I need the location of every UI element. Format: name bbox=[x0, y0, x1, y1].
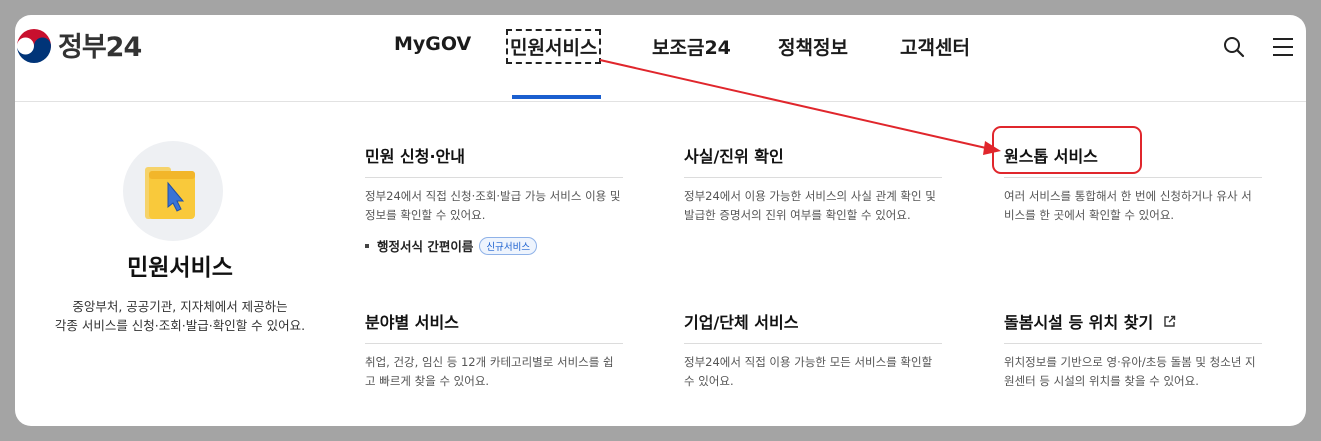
intro-title: 민원서비스 bbox=[127, 255, 233, 281]
nav-policy-info[interactable]: 정책정보 bbox=[778, 33, 848, 60]
service-care-facility-finder[interactable]: 돌봄시설 등 위치 찾기 위치정보를 기반으로 영·유아/초등 돌봄 및 청소년… bbox=[1004, 309, 1262, 391]
service-description: 여러 서비스를 통합해서 한 번에 신청하거나 유사 서비스를 한 곳에서 확인… bbox=[1004, 189, 1252, 222]
service-title-row[interactable]: 돌봄시설 등 위치 찾기 bbox=[1004, 309, 1262, 344]
service-title[interactable]: 민원 신청·안내 bbox=[365, 143, 623, 178]
service-description: 정부24에서 직접 이용 가능한 모든 서비스를 확인할 수 있어요. bbox=[684, 355, 933, 388]
site-header: 정부24 MyGOV 민원서비스 보조금24 정책정보 고객센터 bbox=[15, 15, 1306, 102]
intro-desc-line1: 중앙부처, 공공기관, 지자체에서 제공하는 bbox=[72, 299, 288, 314]
intro-desc-line2: 각종 서비스를 신청·조회·발급·확인할 수 있어요. bbox=[54, 318, 306, 333]
active-nav-underline bbox=[512, 95, 601, 99]
service-business-organization[interactable]: 기업/단체 서비스 정부24에서 직접 이용 가능한 모든 서비스를 확인할 수… bbox=[684, 309, 942, 391]
menu-icon[interactable] bbox=[1271, 35, 1295, 59]
nav-customer-center[interactable]: 고객센터 bbox=[900, 33, 970, 60]
intro-section: 민원서비스 중앙부처, 공공기관, 지자체에서 제공하는 각종 서비스를 신청·… bbox=[15, 101, 345, 426]
sub-link-label[interactable]: 행정서식 간편이름 bbox=[377, 236, 473, 255]
taegeuk-logo-icon bbox=[16, 26, 52, 63]
mega-menu-panel: 정부24 MyGOV 민원서비스 보조금24 정책정보 고객센터 민원서비스 중… bbox=[15, 15, 1306, 426]
service-description: 취업, 건강, 임신 등 12개 카테고리별로 서비스를 쉽고 빠르게 찾을 수… bbox=[365, 355, 614, 388]
bullet-icon bbox=[365, 243, 369, 248]
logo-text: 정부24 bbox=[58, 32, 142, 63]
service-description: 위치정보를 기반으로 영·유아/초등 돌봄 및 청소년 지원센터 등 시설의 위… bbox=[1004, 355, 1256, 388]
annotation-highlight-box bbox=[992, 126, 1142, 174]
service-description: 정부24에서 이용 가능한 서비스의 사실 관계 확인 및 발급한 증명서의 진… bbox=[684, 189, 936, 222]
service-fact-verification[interactable]: 사실/진위 확인 정부24에서 이용 가능한 서비스의 사실 관계 확인 및 발… bbox=[684, 143, 942, 225]
intro-description: 중앙부처, 공공기관, 지자체에서 제공하는 각종 서비스를 신청·조회·발급·… bbox=[15, 297, 345, 335]
folder-illustration bbox=[145, 167, 195, 219]
service-description: 정부24에서 직접 신청·조회·발급 가능 서비스 이용 및 정보를 확인할 수… bbox=[365, 189, 621, 222]
service-civil-application[interactable]: 민원 신청·안내 정부24에서 직접 신청·조회·발급 가능 서비스 이용 및 … bbox=[365, 143, 623, 255]
nav-mygov[interactable]: MyGOV bbox=[394, 33, 471, 55]
service-by-category[interactable]: 분야별 서비스 취업, 건강, 임신 등 12개 카테고리별로 서비스를 쉽고 … bbox=[365, 309, 623, 391]
new-service-badge: 신규서비스 bbox=[479, 236, 538, 255]
service-title[interactable]: 분야별 서비스 bbox=[365, 309, 623, 344]
service-title[interactable]: 사실/진위 확인 bbox=[684, 143, 942, 178]
sub-link-form-simplified[interactable]: 행정서식 간편이름 신규서비스 bbox=[365, 236, 623, 255]
service-title[interactable]: 기업/단체 서비스 bbox=[684, 309, 942, 344]
search-icon[interactable] bbox=[1222, 35, 1246, 59]
nav-civil-service[interactable]: 민원서비스 bbox=[505, 29, 602, 64]
site-logo[interactable]: 정부24 bbox=[15, 25, 142, 64]
folder-cursor-icon bbox=[123, 141, 223, 241]
nav-subsidy24[interactable]: 보조금24 bbox=[652, 33, 731, 60]
external-link-icon bbox=[1164, 315, 1176, 327]
service-title[interactable]: 돌봄시설 등 위치 찾기 bbox=[1004, 309, 1153, 333]
